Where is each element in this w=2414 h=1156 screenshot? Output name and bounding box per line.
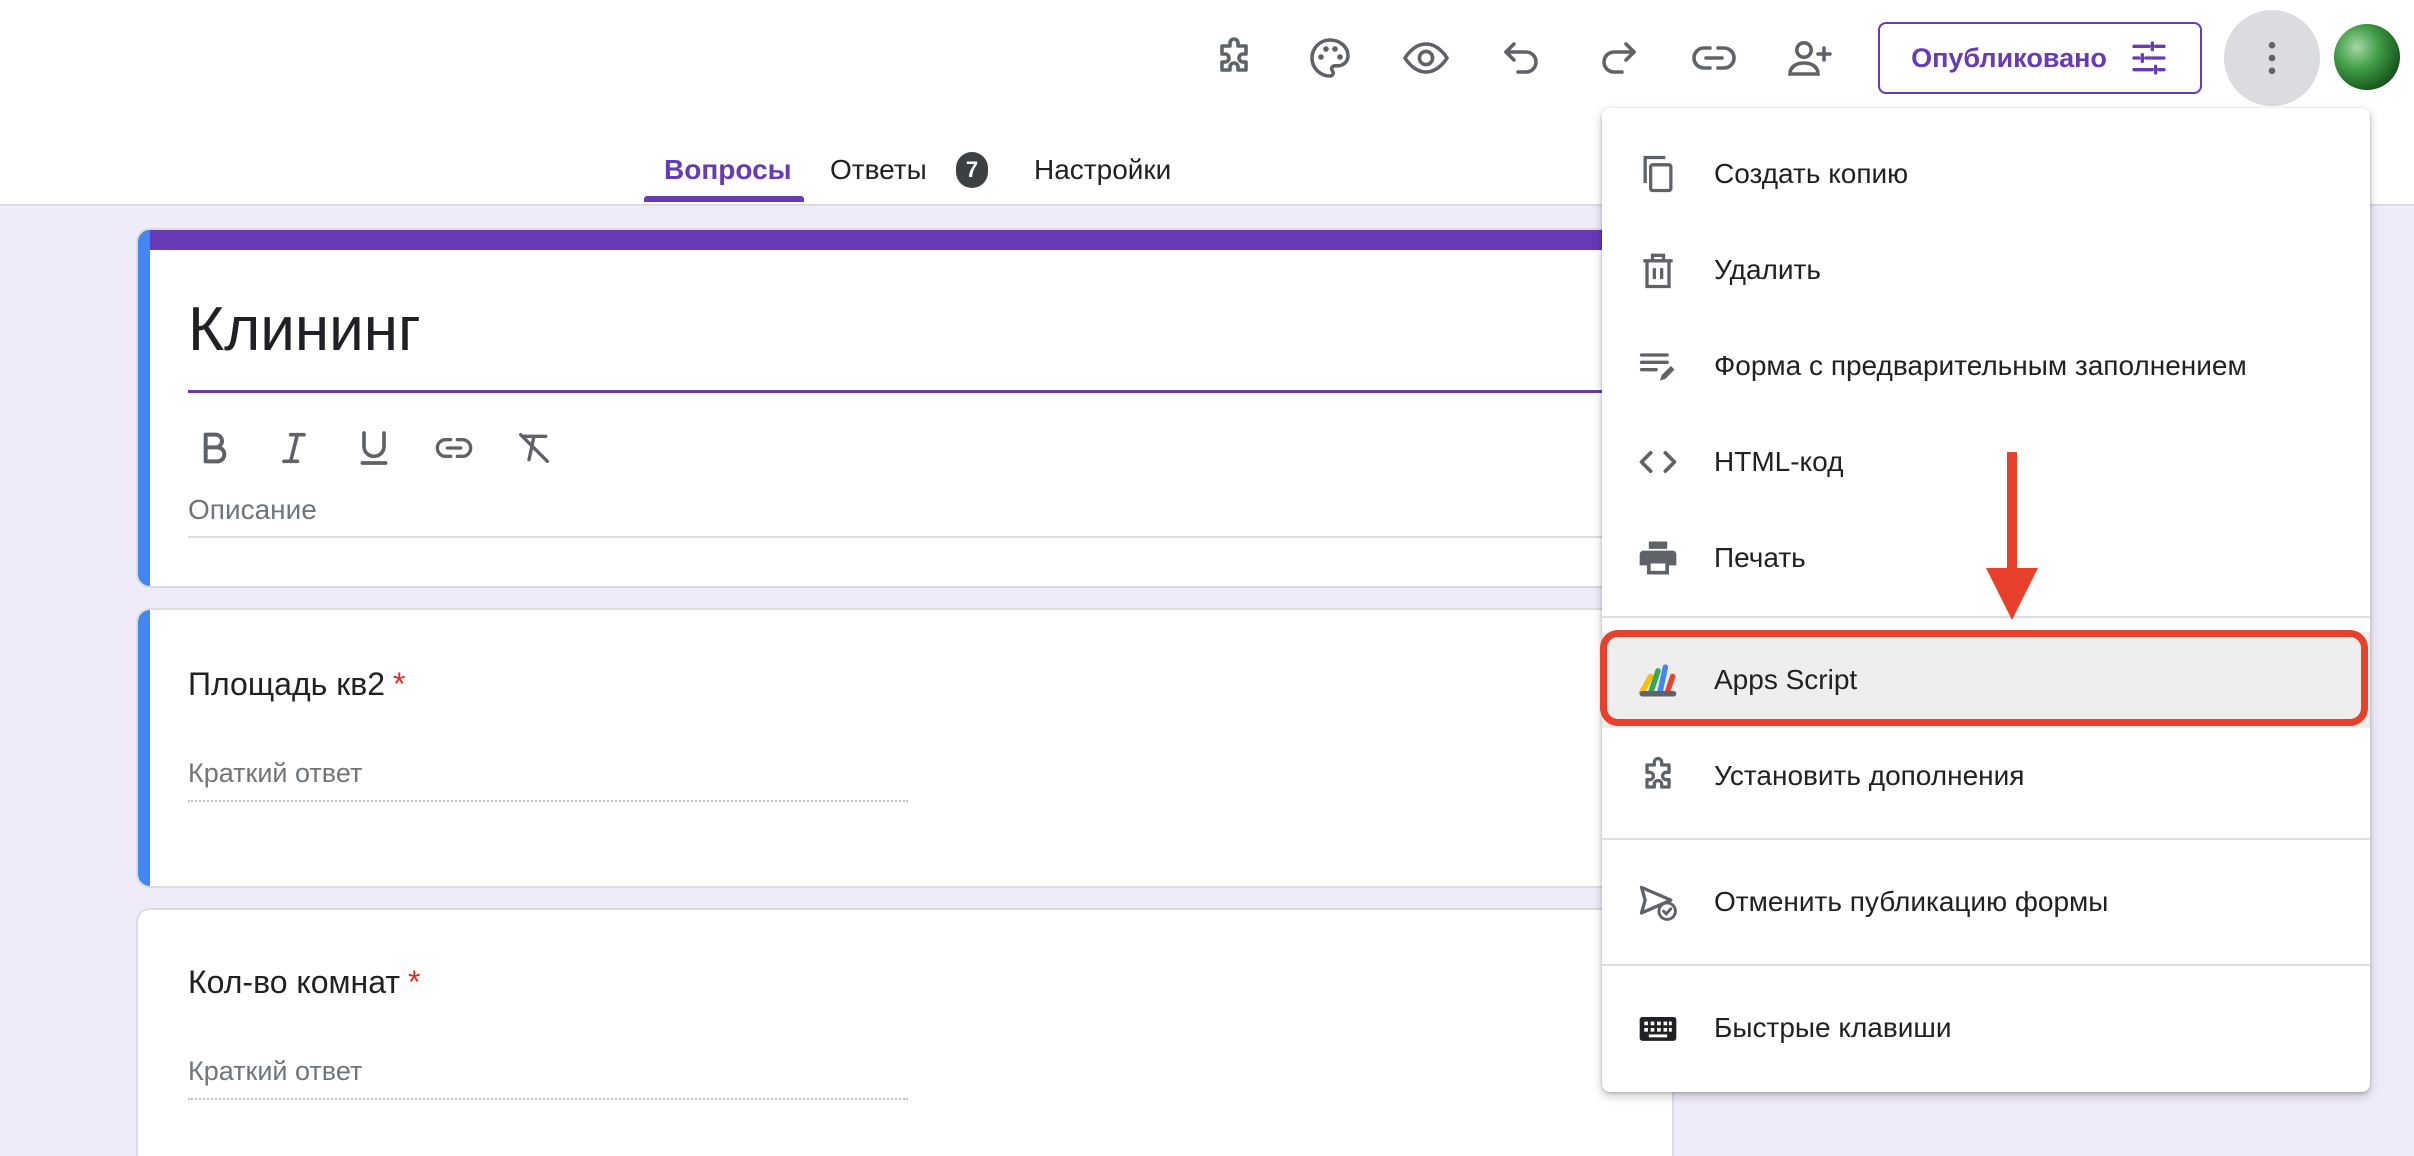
palette-icon: [1310, 38, 1350, 78]
question-title: Площадь кв2 *: [188, 666, 405, 703]
undo-icon: [1504, 42, 1538, 74]
menu-item-unpublish[interactable]: Отменить публикацию формы: [1602, 854, 2370, 950]
redo-icon: [1602, 42, 1636, 74]
more-vert-icon: [2268, 41, 2276, 75]
menu-divider: [1602, 838, 2370, 840]
add-collaborator-button[interactable]: [1770, 18, 1850, 98]
puzzle-icon: [1634, 752, 1682, 800]
avatar[interactable]: [2334, 24, 2400, 90]
clear-format-icon: [519, 433, 549, 463]
question-title: Кол-во комнат *: [188, 964, 420, 1001]
preview-button[interactable]: [1386, 18, 1466, 98]
eye-icon: [1402, 42, 1450, 74]
menu-item-install-addons[interactable]: Установить дополнения: [1602, 728, 2370, 824]
add-person-icon: [1788, 41, 1832, 76]
apps-script-highlight-box: [1600, 630, 2368, 726]
tab-questions[interactable]: Вопросы: [664, 154, 792, 186]
puzzle-icon: [1220, 37, 1248, 72]
menu-item-label: Установить дополнения: [1714, 760, 2025, 791]
insert-link-button[interactable]: [416, 410, 492, 486]
bold-button[interactable]: [176, 410, 252, 486]
theme-button[interactable]: [1290, 18, 1370, 98]
code-icon: [1634, 438, 1682, 486]
short-answer-placeholder: Краткий ответ: [188, 1056, 363, 1086]
active-card-indicator: [138, 610, 150, 886]
italic-icon: [282, 432, 306, 464]
question-title-text: Кол-во комнат: [188, 964, 400, 1000]
copy-icon: [1634, 150, 1682, 198]
menu-divider: [1602, 964, 2370, 966]
more-options-button[interactable]: [2224, 10, 2320, 106]
link-icon: [435, 438, 473, 458]
unpublish-icon: [1634, 878, 1682, 926]
description-field[interactable]: Описание: [188, 494, 317, 526]
tab-responses[interactable]: Ответы: [830, 154, 927, 186]
published-label: Опубликовано: [1911, 42, 2107, 73]
bold-icon: [203, 432, 227, 464]
menu-item-label: Форма с предварительным заполнением: [1714, 350, 2247, 381]
menu-item-delete[interactable]: Удалить: [1602, 222, 2370, 318]
link-icon: [1692, 46, 1736, 70]
short-answer-placeholder: Краткий ответ: [188, 758, 363, 788]
form-header-card[interactable]: Клининг Описание: [136, 228, 1674, 588]
question-title-text: Площадь кв2: [188, 666, 385, 702]
published-button[interactable]: Опубликовано: [1878, 22, 2202, 94]
underline-icon: [360, 431, 388, 465]
menu-item-label: Отменить публикацию формы: [1714, 886, 2109, 917]
undo-button[interactable]: [1482, 18, 1562, 98]
menu-item-label: HTML-код: [1714, 446, 1844, 477]
tune-icon: [2132, 41, 2166, 75]
question-card[interactable]: Площадь кв2 * Краткий ответ: [136, 608, 1674, 888]
redo-button[interactable]: [1578, 18, 1658, 98]
menu-item-label: Удалить: [1714, 254, 1821, 285]
description-underline: [188, 536, 1672, 538]
active-card-indicator: [138, 230, 150, 586]
form-title[interactable]: Клининг: [188, 294, 421, 365]
clear-format-button[interactable]: [496, 410, 572, 486]
active-tab-indicator: [644, 196, 804, 202]
red-arrow-icon: [1986, 452, 2038, 620]
prefill-icon: [1634, 342, 1682, 390]
answer-underline: [188, 800, 908, 802]
answer-underline: [188, 1098, 908, 1100]
trash-icon: [1634, 246, 1682, 294]
required-asterisk: *: [407, 964, 421, 1000]
menu-item-make-copy[interactable]: Создать копию: [1602, 126, 2370, 222]
menu-item-label: Создать копию: [1714, 158, 1909, 189]
italic-button[interactable]: [256, 410, 332, 486]
question-card[interactable]: Кол-во комнат * Краткий ответ: [136, 908, 1674, 1156]
copy-link-button[interactable]: [1674, 18, 1754, 98]
required-asterisk: *: [392, 666, 406, 702]
addons-button[interactable]: [1194, 18, 1274, 98]
underline-button[interactable]: [336, 410, 412, 486]
title-underline: [188, 390, 1672, 393]
menu-item-keyboard-shortcuts[interactable]: Быстрые клавиши: [1602, 980, 2370, 1076]
tab-settings[interactable]: Настройки: [1034, 154, 1171, 186]
theme-bar: [138, 230, 1672, 250]
keyboard-icon: [1634, 1004, 1682, 1052]
responses-count-badge: 7: [956, 152, 988, 188]
print-icon: [1634, 534, 1682, 582]
menu-item-prefilled-form[interactable]: Форма с предварительным заполнением: [1602, 318, 2370, 414]
menu-item-label: Печать: [1714, 542, 1806, 573]
menu-item-label: Быстрые клавиши: [1714, 1012, 1952, 1043]
